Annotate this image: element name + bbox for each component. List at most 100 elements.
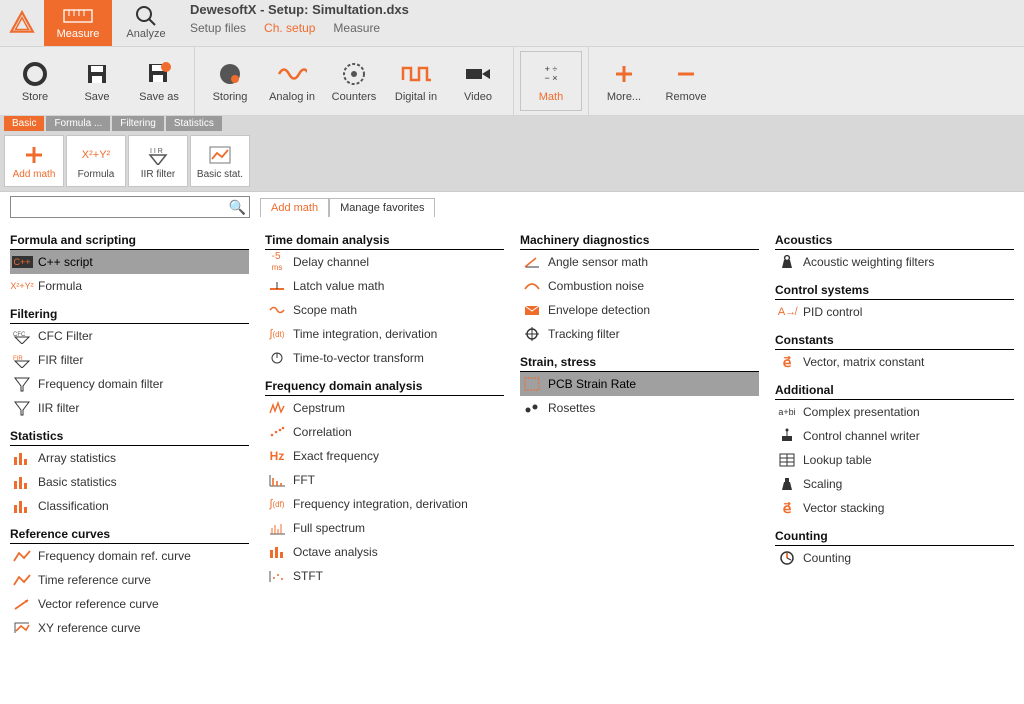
item-tracking-filter[interactable]: Tracking filter [520, 322, 759, 346]
item-octave-analysis[interactable]: Octave analysis [265, 540, 504, 564]
remove-button[interactable]: Remove [655, 47, 717, 115]
analyze-button[interactable]: Analyze [112, 0, 180, 46]
item-formula[interactable]: X²+Y²Formula [10, 274, 249, 298]
math-button[interactable]: + ÷− ×Math [520, 51, 582, 111]
oct-icon [267, 543, 287, 561]
item-cfc-filter[interactable]: CFCCFC Filter [10, 324, 249, 348]
item-fft[interactable]: FFT [265, 468, 504, 492]
fft-icon [267, 471, 287, 489]
analogin-icon [277, 59, 307, 89]
save-button[interactable]: Save [66, 47, 128, 115]
item-combustion-noise[interactable]: Combustion noise [520, 274, 759, 298]
measure-icon [63, 6, 93, 26]
digitalin-button[interactable]: Digital in [385, 47, 447, 115]
math-icon: + ÷− × [536, 59, 566, 89]
app-title: DewesoftX - Setup: Simultation.dxs [190, 2, 1014, 17]
item-frequency-integration-derivation[interactable]: ∫(df)Frequency integration, derivation [265, 492, 504, 516]
search-input[interactable] [10, 196, 250, 218]
iir-icon: I I R [146, 143, 170, 167]
analogin-button[interactable]: Analog in [261, 47, 323, 115]
shortcut-formula[interactable]: X²+Y²Formula [66, 135, 126, 187]
item-scope-math[interactable]: Scope math [265, 298, 504, 322]
category-frequency-domain-analysis: Frequency domain analysis [265, 376, 504, 396]
item-exact-frequency[interactable]: HzExact frequency [265, 444, 504, 468]
store-button[interactable]: Store [4, 47, 66, 115]
item-time-reference-curve[interactable]: Time reference curve [10, 568, 249, 592]
am-tab-add-math[interactable]: Add math [260, 198, 329, 217]
mini-tab-statistics[interactable]: Statistics [166, 116, 222, 131]
item-counting[interactable]: Counting [775, 546, 1014, 570]
item-stft[interactable]: STFT [265, 564, 504, 588]
shortcut-addmath[interactable]: Add math [4, 135, 64, 187]
item-pcb-strain-rate[interactable]: PCB Strain Rate [520, 372, 759, 396]
scale-icon [777, 475, 797, 493]
mini-tab-filtering[interactable]: Filtering [112, 116, 164, 131]
item-acoustic-weighting-filters[interactable]: Acoustic weighting filters [775, 250, 1014, 274]
category-time-domain-analysis: Time domain analysis [265, 230, 504, 250]
digitalin-icon [401, 59, 431, 89]
storing-button[interactable]: Storing [199, 47, 261, 115]
storing-icon [215, 59, 245, 89]
sub-tab-setup-files[interactable]: Setup files [190, 21, 246, 35]
svg-text:I I R: I I R [150, 148, 163, 155]
item-vector-reference-curve[interactable]: Vector reference curve [10, 592, 249, 616]
comb-icon [522, 277, 542, 295]
item-time-integration-derivation[interactable]: ∫(dt)Time integration, derivation [265, 322, 504, 346]
am-tab-manage-favorites[interactable]: Manage favorites [329, 198, 435, 217]
ctrl-icon [777, 427, 797, 445]
category-additional: Additional [775, 380, 1014, 400]
item-control-channel-writer[interactable]: Control channel writer [775, 424, 1014, 448]
video-button[interactable]: Video [447, 47, 509, 115]
count-icon [777, 549, 797, 567]
item-array-statistics[interactable]: Array statistics [10, 446, 249, 470]
item-lookup-table[interactable]: Lookup table [775, 448, 1014, 472]
item-delay-channel[interactable]: -5msDelay channel [265, 250, 504, 274]
item-time-to-vector-transform[interactable]: Time-to-vector transform [265, 346, 504, 370]
item-frequency-domain-filter[interactable]: Frequency domain filter [10, 372, 249, 396]
item-classification[interactable]: Classification [10, 494, 249, 518]
sub-tab-measure[interactable]: Measure [333, 21, 380, 35]
item-angle-sensor-math[interactable]: Angle sensor math [520, 250, 759, 274]
shortcut-iir[interactable]: I I RIIR filter [128, 135, 188, 187]
item-latch-value-math[interactable]: Latch value math [265, 274, 504, 298]
shortcut-basicstat[interactable]: Basic stat. [190, 135, 250, 187]
item-rosettes[interactable]: Rosettes [520, 396, 759, 420]
more-button[interactable]: More... [593, 47, 655, 115]
category-statistics: Statistics [10, 426, 249, 446]
env-icon [522, 301, 542, 319]
item-iir-filter[interactable]: IIR filter [10, 396, 249, 420]
mini-tab-formula[interactable]: Formula ... [46, 116, 110, 131]
xyref-icon [12, 619, 32, 637]
item-frequency-domain-ref-curve[interactable]: Frequency domain ref. curve [10, 544, 249, 568]
cep-icon [267, 399, 287, 417]
item-basic-statistics[interactable]: Basic statistics [10, 470, 249, 494]
cpp-icon: C++ [12, 253, 32, 271]
item-vector-matrix-constant[interactable]: e⃗Vector, matrix constant [775, 350, 1014, 374]
bars-icon [12, 497, 32, 515]
category-filtering: Filtering [10, 304, 249, 324]
item-full-spectrum[interactable]: Full spectrum [265, 516, 504, 540]
item-complex-presentation[interactable]: a+biComplex presentation [775, 400, 1014, 424]
item-cepstrum[interactable]: Cepstrum [265, 396, 504, 420]
item-vector-stacking[interactable]: e⃗Vector stacking [775, 496, 1014, 520]
category-machinery-diagnostics: Machinery diagnostics [520, 230, 759, 250]
bars-icon [12, 473, 32, 491]
analyze-icon [135, 6, 157, 26]
remove-icon [671, 59, 701, 89]
item-fir-filter[interactable]: FIRFIR filter [10, 348, 249, 372]
item-scaling[interactable]: Scaling [775, 472, 1014, 496]
store-icon [20, 59, 50, 89]
category-constants: Constants [775, 330, 1014, 350]
item-pid-control[interactable]: A↛PID control [775, 300, 1014, 324]
item-correlation[interactable]: Correlation [265, 420, 504, 444]
search-icon: 🔍 [229, 199, 246, 216]
angle-icon [522, 253, 542, 271]
measure-button[interactable]: Measure [44, 0, 112, 46]
counters-button[interactable]: Counters [323, 47, 385, 115]
mini-tab-basic[interactable]: Basic [4, 116, 44, 131]
saveas-button[interactable]: Save as [128, 47, 190, 115]
item-xy-reference-curve[interactable]: XY reference curve [10, 616, 249, 640]
item-c-script[interactable]: C++C++ script [10, 250, 249, 274]
sub-tab-ch-setup[interactable]: Ch. setup [264, 21, 315, 35]
item-envelope-detection[interactable]: Envelope detection [520, 298, 759, 322]
